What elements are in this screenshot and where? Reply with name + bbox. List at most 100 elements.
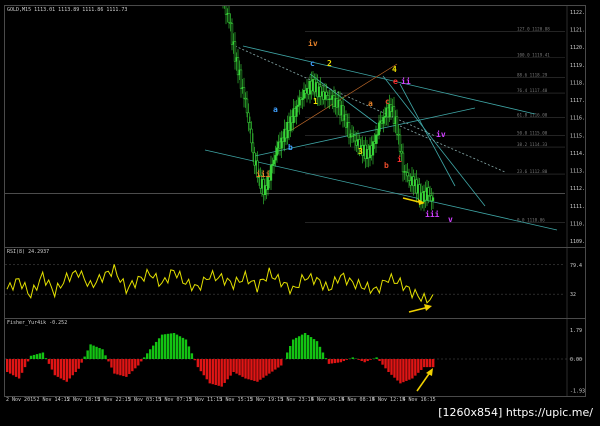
fisher-bar xyxy=(253,359,256,381)
candle-body xyxy=(295,106,298,117)
fisher-pane[interactable]: Fisher_Yur4ik -0.252 1.79 0.00 -1.93 xyxy=(4,318,586,397)
fisher-bar xyxy=(318,346,322,359)
fisher-bar xyxy=(89,344,92,359)
candle-body xyxy=(230,23,234,45)
fisher-bar xyxy=(187,346,191,359)
fisher-bar xyxy=(59,359,63,379)
rsi-pane[interactable]: RSI(8) 24.2937 79.4 32 xyxy=(4,247,586,319)
time-tick-label: 2 Nov 2015 xyxy=(6,397,37,403)
fisher-bar xyxy=(107,359,110,362)
price-tick-label: 1111. xyxy=(570,204,585,210)
wave-label-ii: ii xyxy=(401,76,411,86)
rsi-axis: 79.4 32 xyxy=(566,248,582,318)
fisher-bar xyxy=(131,359,134,372)
fisher-bar xyxy=(280,359,283,366)
fisher-bar xyxy=(38,353,42,359)
rsi-tick-label: 79.4 xyxy=(570,263,582,269)
fisher-bar xyxy=(286,352,289,359)
time-tick-label: 3 Nov 15:15 xyxy=(219,397,253,403)
fisher-bar xyxy=(268,359,271,374)
price-chart[interactable]: 100.0 1122.41127.0 1120.88100.0 1119.418… xyxy=(5,6,585,247)
fisher-bar xyxy=(244,359,247,379)
wave-label-iii: iii xyxy=(256,169,271,179)
fisher-bar xyxy=(363,359,366,363)
wave-label-c_blue: c xyxy=(310,59,315,68)
price-tick-label: 1120. xyxy=(570,45,585,51)
candle-body xyxy=(242,87,246,99)
wave-label-one: 1 xyxy=(313,97,318,106)
fisher-bar xyxy=(294,337,298,359)
fisher-bar xyxy=(101,349,104,359)
fisher-chart[interactable]: 1.79 0.00 -1.93 xyxy=(5,319,585,396)
fisher-bar xyxy=(256,359,259,382)
fisher-bar xyxy=(300,334,304,359)
fisher-bar xyxy=(208,359,211,384)
fib-label: 88.6 1118.29 xyxy=(517,72,548,77)
candle-body xyxy=(248,122,252,130)
fisher-bar xyxy=(414,359,417,376)
fisher-bar xyxy=(172,333,176,359)
price-tick-label: 1110. xyxy=(570,221,585,227)
candle-body xyxy=(353,135,357,142)
time-tick-label: 3 Nov 19:15 xyxy=(250,397,284,403)
fisher-bar xyxy=(339,359,343,363)
fisher-bar xyxy=(289,346,292,359)
fisher-bar xyxy=(128,359,131,375)
fisher-bar xyxy=(211,359,214,385)
fisher-bar xyxy=(44,358,48,359)
fisher-bar xyxy=(408,359,411,380)
fisher-bar xyxy=(193,359,197,361)
fisher-bar xyxy=(387,359,390,372)
wave-label-e_red: e xyxy=(393,77,398,86)
fisher-bar xyxy=(116,359,119,375)
wave-label-a_blue: a xyxy=(273,105,278,114)
fisher-bar xyxy=(342,359,346,362)
price-tick-label: 1119. xyxy=(570,63,585,69)
fisher-bar xyxy=(175,334,179,359)
fisher-bar xyxy=(360,359,363,362)
trend-channels xyxy=(204,45,558,231)
candle-body xyxy=(382,116,385,124)
fisher-bar xyxy=(35,354,39,359)
fisher-bar xyxy=(199,359,203,372)
fisher-tick-label: -1.93 xyxy=(570,388,585,394)
fisher-bar xyxy=(369,359,372,360)
fisher-bar xyxy=(423,359,426,368)
fisher-bar xyxy=(235,359,238,374)
fisher-bar xyxy=(62,359,66,381)
fisher-bar xyxy=(262,359,265,378)
fisher-bar xyxy=(80,359,83,363)
rsi-chart[interactable]: 79.4 32 xyxy=(5,248,585,318)
fisher-bar xyxy=(366,359,369,362)
fisher-bar xyxy=(181,337,185,359)
price-pane[interactable]: GOLD,M15 1113.01 1113.89 1111.86 1111.73… xyxy=(4,5,586,248)
fisher-bar xyxy=(110,359,113,368)
fisher-bar xyxy=(420,359,423,370)
candle-body xyxy=(245,98,249,114)
fisher-bar xyxy=(169,333,173,359)
fisher-bar xyxy=(402,359,405,383)
fisher-bar xyxy=(104,355,107,359)
fib-label: 23.6 1112.80 xyxy=(517,169,548,174)
fisher-bar xyxy=(265,359,268,376)
channel-line xyxy=(399,83,456,187)
fisher-bar xyxy=(429,359,432,368)
fisher-bar xyxy=(250,359,253,381)
fisher-bar xyxy=(77,359,80,369)
candle-body xyxy=(274,155,277,161)
fisher-bar xyxy=(166,333,170,359)
fisher-bar xyxy=(74,359,77,372)
fisher-bar xyxy=(47,359,51,364)
fisher-bar xyxy=(143,357,146,359)
wave-label-b_blue: b xyxy=(288,143,293,152)
fisher-bar xyxy=(83,356,86,359)
rsi-levels xyxy=(5,264,565,295)
fisher-bar xyxy=(378,359,381,362)
price-tick-label: 1116. xyxy=(570,116,585,122)
wave-label-three: 3 xyxy=(358,147,363,156)
fib-levels: 100.0 1122.41127.0 1120.88100.0 1119.418… xyxy=(5,27,565,223)
candle-body xyxy=(227,13,231,23)
fisher-bar xyxy=(122,359,125,377)
price-tick-label: 1114. xyxy=(570,151,585,157)
fisher-bar xyxy=(53,359,57,376)
